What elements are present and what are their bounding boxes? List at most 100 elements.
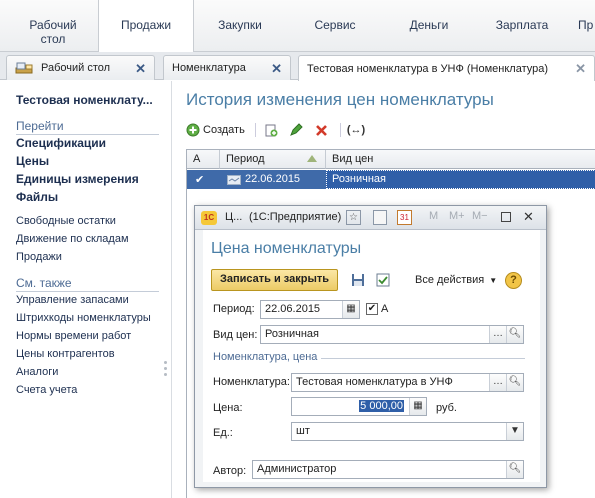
- nav-stock-management[interactable]: Управление запасами: [16, 294, 129, 306]
- sort-ascending-icon: [307, 155, 317, 162]
- column-header-price-type[interactable]: Вид цен: [326, 150, 595, 169]
- nav-free-stock[interactable]: Свободные остатки: [16, 215, 116, 227]
- maximize-icon[interactable]: [501, 212, 511, 222]
- author-value: Администратор: [257, 463, 337, 475]
- select-button[interactable]: …: [489, 326, 506, 343]
- nav-specifications[interactable]: Спецификации: [16, 136, 106, 150]
- group-divider: [321, 358, 525, 359]
- select-button[interactable]: …: [489, 374, 506, 391]
- tab-nomenclature-label: Номенклатура: [172, 62, 246, 74]
- save-icon[interactable]: [351, 273, 365, 287]
- splitter-grip[interactable]: [164, 373, 167, 376]
- price-type-label: Вид цен:: [213, 329, 258, 341]
- nav-barcodes[interactable]: Штрихкоды номенклатуры: [16, 312, 151, 324]
- memory-m-button[interactable]: M: [429, 210, 438, 222]
- price-value: 5 000,00: [359, 400, 404, 412]
- section-desktop[interactable]: Рабочий стол: [20, 0, 86, 52]
- nav-counterparty-prices[interactable]: Цены контрагентов: [16, 348, 115, 360]
- delete-icon[interactable]: [315, 124, 328, 137]
- create-label: Создать: [203, 124, 245, 136]
- dialog-short-title: Ц...: [225, 211, 243, 223]
- row-period: 22.06.2015: [245, 173, 301, 185]
- dialog-body: Цена номенклатуры Записать и закрыть Все…: [203, 230, 540, 482]
- memory-minus-button[interactable]: M−: [472, 210, 488, 222]
- table-row[interactable]: ✔ 22.06.2015 Розничная: [187, 170, 595, 189]
- splitter-grip[interactable]: [164, 367, 167, 370]
- panel-title[interactable]: Тестовая номенклату...: [16, 93, 153, 107]
- checkmark-icon: ✔: [195, 174, 205, 186]
- price-type-field[interactable]: Розничная … 🔍︎: [260, 325, 524, 344]
- open-magnifier-icon[interactable]: 🔍︎: [506, 461, 523, 478]
- dialog-heading: Цена номенклатуры: [211, 240, 362, 257]
- section-service[interactable]: Сервис: [300, 0, 370, 52]
- help-icon[interactable]: ?: [505, 272, 522, 289]
- nomenclature-value: Тестовая номенклатура в УНФ: [296, 376, 453, 388]
- close-icon[interactable]: ✕: [523, 209, 534, 225]
- calendar-icon[interactable]: 31: [397, 210, 412, 225]
- open-magnifier-icon[interactable]: 🔍︎: [506, 374, 523, 391]
- unit-field[interactable]: шт ▼: [291, 422, 524, 441]
- author-field[interactable]: Администратор 🔍︎: [252, 460, 524, 479]
- nav-analogs[interactable]: Аналоги: [16, 366, 58, 378]
- close-icon[interactable]: ✕: [271, 61, 282, 77]
- price-dialog: 1С Ц... (1С:Предприятие) ☆ 31 M M+ M− ✕ …: [194, 205, 547, 488]
- close-icon[interactable]: ✕: [575, 61, 586, 77]
- group-title: Номенклатура, цена: [213, 351, 318, 363]
- tab-desktop[interactable]: Рабочий стол ✕: [6, 55, 155, 80]
- post-icon[interactable]: [376, 273, 390, 287]
- nav-sales[interactable]: Продажи: [16, 251, 62, 263]
- document-icon[interactable]: [373, 210, 387, 225]
- open-magnifier-icon[interactable]: 🔍︎: [506, 326, 523, 343]
- plus-icon: [186, 123, 200, 137]
- dropdown-arrow-icon: ▼: [489, 276, 498, 285]
- tab-item-card-label: Тестовая номенклатура в УНФ (Номенклатур…: [307, 62, 549, 75]
- currency-label: руб.: [436, 402, 457, 414]
- column-header-a[interactable]: А: [187, 150, 220, 169]
- section-salary[interactable]: Зарплата: [486, 0, 558, 52]
- tab-bar: Рабочий стол ✕ Номенклатура ✕ Тестовая н…: [0, 52, 595, 81]
- copy-icon[interactable]: [264, 123, 279, 138]
- dialog-app-title: (1С:Предприятие): [249, 211, 342, 223]
- save-close-button[interactable]: Записать и закрыть: [211, 269, 339, 291]
- section-sales[interactable]: Продажи: [98, 0, 194, 53]
- section-money[interactable]: Деньги: [398, 0, 460, 52]
- period-field[interactable]: 22.06.2015 ▦: [260, 300, 360, 319]
- nav-units[interactable]: Единицы измерения: [16, 172, 139, 186]
- dialog-titlebar[interactable]: 1С Ц... (1С:Предприятие) ☆ 31 M M+ M− ✕: [195, 206, 546, 230]
- create-button[interactable]: Создать: [186, 123, 245, 137]
- all-actions-menu[interactable]: Все действия ▼: [415, 274, 497, 286]
- unit-label: Ед.:: [213, 427, 233, 439]
- section-more[interactable]: Пр: [578, 0, 595, 52]
- price-history-table[interactable]: А Период Вид цен ✔ 22.06.2015 Розничная: [186, 149, 595, 189]
- nav-prices[interactable]: Цены: [16, 154, 49, 168]
- calendar-picker-icon[interactable]: ▦: [342, 301, 359, 318]
- close-icon[interactable]: ✕: [135, 61, 146, 77]
- active-checkbox[interactable]: ✔: [366, 303, 378, 315]
- active-checkbox-label: А: [381, 303, 389, 315]
- dropdown-arrow-icon[interactable]: ▼: [506, 423, 523, 440]
- divider: [254, 123, 256, 137]
- app-logo-icon: 1С: [201, 211, 217, 225]
- nav-files[interactable]: Файлы: [16, 190, 58, 204]
- nomenclature-label: Номенклатура:: [213, 376, 290, 388]
- section-purchases[interactable]: Закупки: [200, 0, 280, 52]
- nav-accounts[interactable]: Счета учета: [16, 384, 77, 396]
- tab-nomenclature[interactable]: Номенклатура ✕: [163, 55, 291, 80]
- price-field[interactable]: 5 000,00 ▦: [291, 397, 427, 416]
- period-value: 22.06.2015: [265, 303, 321, 315]
- column-header-period[interactable]: Период: [220, 150, 326, 169]
- edit-pencil-icon[interactable]: [289, 123, 303, 137]
- show-all-icon[interactable]: (↔): [347, 124, 365, 136]
- calculator-icon[interactable]: ▦: [409, 398, 426, 415]
- splitter-grip[interactable]: [164, 361, 167, 364]
- star-icon[interactable]: ☆: [346, 210, 361, 225]
- tab-item-card[interactable]: Тестовая номенклатура в УНФ (Номенклатур…: [298, 55, 595, 81]
- section-menu: Рабочий стол Продажи Закупки Сервис День…: [0, 0, 595, 53]
- nav-warehouse-moves[interactable]: Движение по складам: [16, 233, 129, 245]
- memory-plus-button[interactable]: M+: [449, 210, 465, 222]
- price-type-value: Розничная: [265, 328, 319, 340]
- nav-work-time-norms[interactable]: Нормы времени работ: [16, 330, 131, 342]
- navigation-panel: Тестовая номенклату... Перейти Специфика…: [0, 81, 172, 498]
- nomenclature-field[interactable]: Тестовая номенклатура в УНФ … 🔍︎: [291, 373, 524, 392]
- row-price-type[interactable]: Розничная: [326, 170, 595, 189]
